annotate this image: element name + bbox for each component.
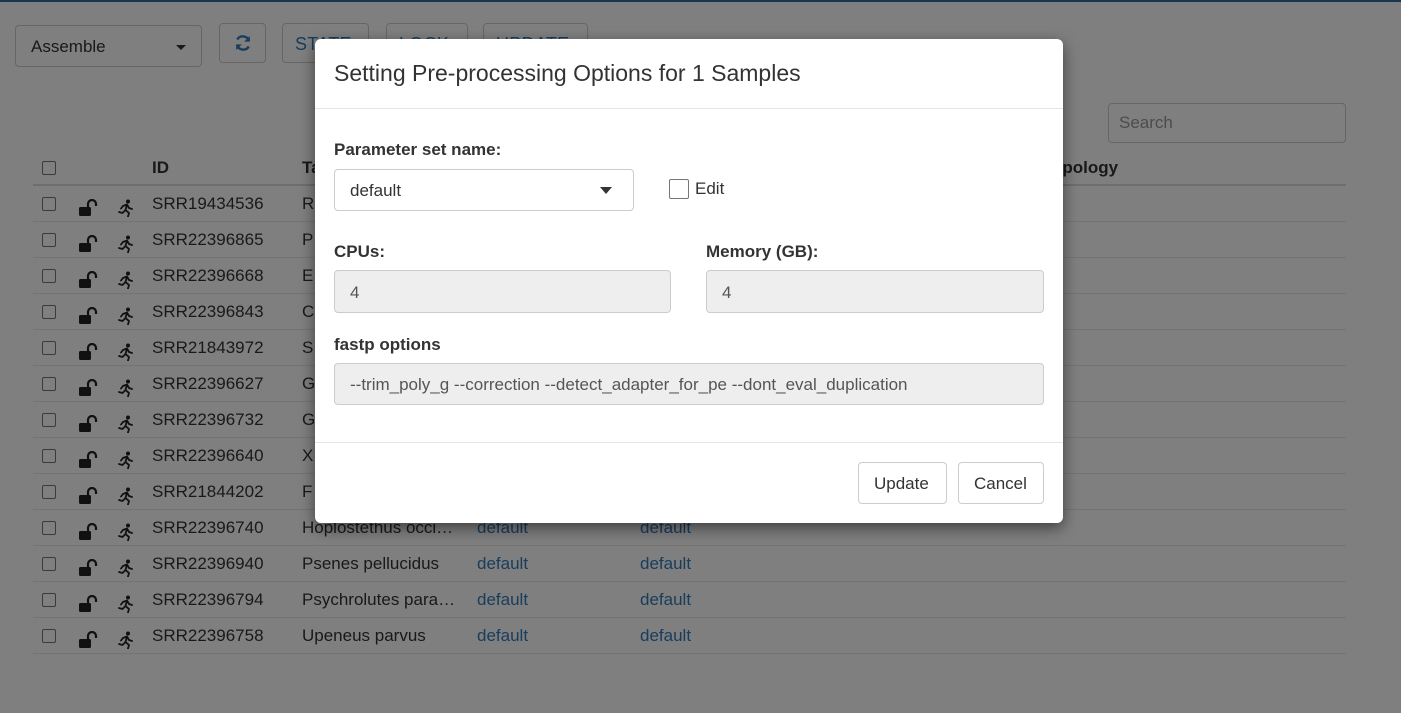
modal-cancel-button[interactable]: Cancel xyxy=(958,462,1044,504)
modal-title: Setting Pre-processing Options for 1 Sam… xyxy=(334,60,801,86)
param-set-label: Parameter set name: xyxy=(334,140,502,159)
memory-label: Memory (GB): xyxy=(706,242,819,261)
param-set-value: default xyxy=(350,181,402,200)
modal-footer: Update Cancel xyxy=(315,442,1063,523)
fastp-label: fastp options xyxy=(334,335,441,354)
chevron-down-icon xyxy=(600,187,612,194)
cpus-label: CPUs: xyxy=(334,242,386,261)
memory-field[interactable]: 4 xyxy=(706,270,1044,313)
param-set-select[interactable]: default xyxy=(334,169,634,211)
edit-label[interactable]: Edit xyxy=(695,179,724,199)
preprocessing-modal: Setting Pre-processing Options for 1 Sam… xyxy=(315,39,1063,523)
modal-update-button[interactable]: Update xyxy=(858,462,947,504)
modal-header: Setting Pre-processing Options for 1 Sam… xyxy=(315,39,1063,109)
main-page: Assemble STATE LOCK UPDATE ID Ta opology… xyxy=(0,0,1401,713)
fastp-options-field[interactable]: --trim_poly_g --correction --detect_adap… xyxy=(334,363,1044,405)
cpus-field[interactable]: 4 xyxy=(334,270,671,313)
edit-checkbox[interactable] xyxy=(669,179,689,199)
